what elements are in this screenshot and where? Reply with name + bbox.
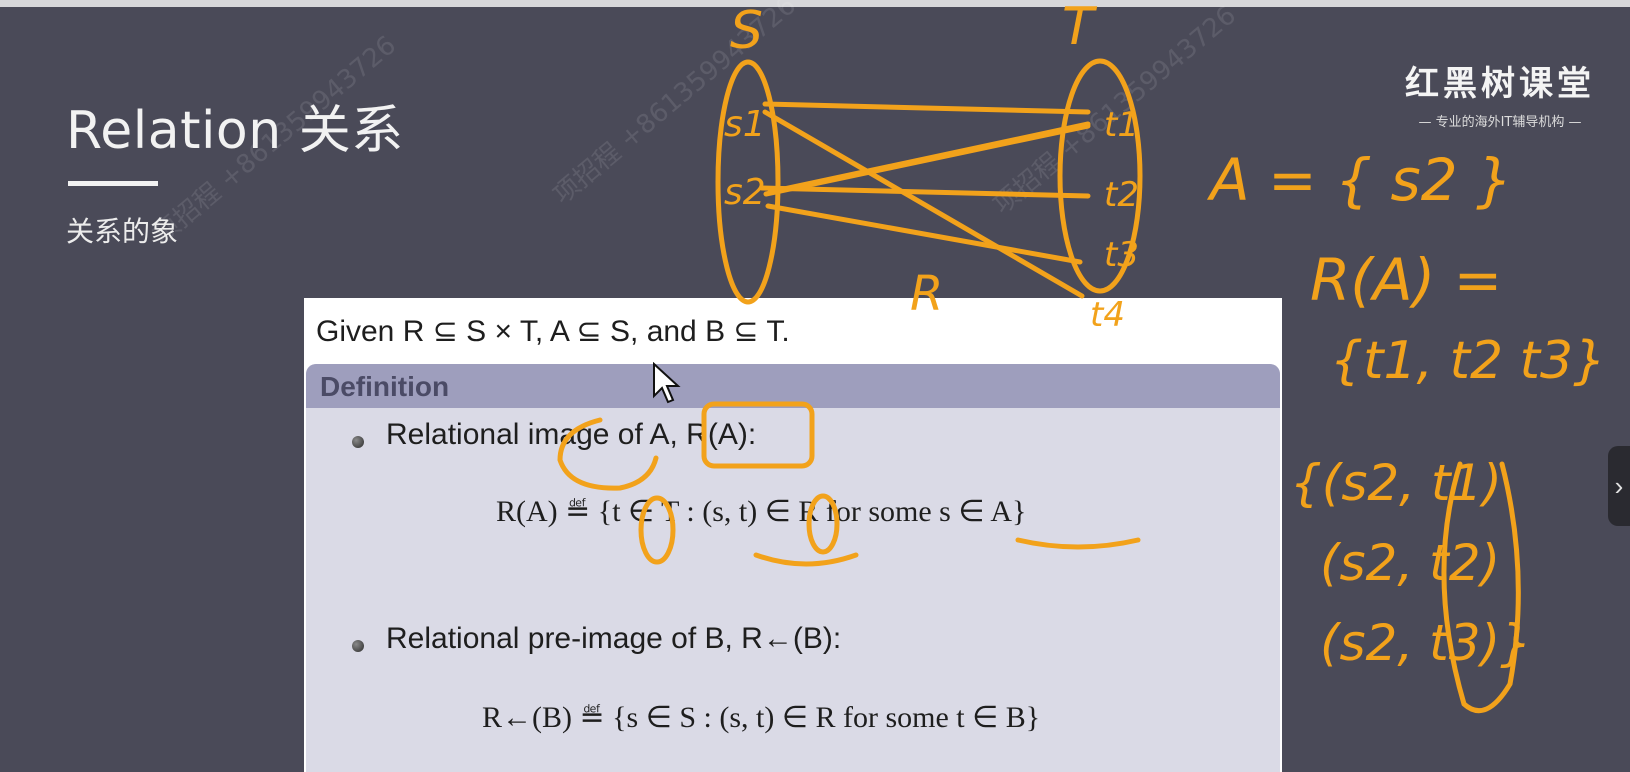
note-pair-1: {(s2, t1) xyxy=(1290,454,1502,512)
note-ra-set: {t1, t2 t3} xyxy=(1330,331,1606,391)
relation-arrow xyxy=(765,203,1083,265)
label-t: T xyxy=(1062,0,1098,57)
underline-mark xyxy=(1015,537,1141,550)
next-slide-tab[interactable]: › xyxy=(1608,446,1630,526)
label-s2: s2 xyxy=(724,172,766,213)
note-ra: R(A) = xyxy=(1310,246,1502,314)
label-t1: t1 xyxy=(1104,105,1139,145)
note-pair-2: (s2, t2) xyxy=(1320,534,1500,592)
box-mark xyxy=(701,401,815,469)
handwriting-annotation-layer: S T s1 s2 t1 t2 t3 t4 R A = { s2 } R(A) … xyxy=(557,0,1606,714)
label-relation: R xyxy=(910,266,943,322)
underline-mark xyxy=(753,552,859,567)
note-set-a: A = { s2 } xyxy=(1206,146,1513,214)
relation-arrow xyxy=(763,123,1091,197)
circle-mark xyxy=(638,495,676,565)
circle-mark xyxy=(806,493,840,555)
label-s1: s1 xyxy=(724,104,766,145)
label-t4: t4 xyxy=(1090,295,1125,335)
relation-arrow xyxy=(759,185,1091,199)
note-pair-3: (s2, t3)} xyxy=(1320,614,1532,672)
circle-mark xyxy=(557,417,659,491)
label-t3: t3 xyxy=(1104,235,1139,275)
label-t2: t2 xyxy=(1104,175,1139,215)
relation-arrow xyxy=(762,101,1091,115)
label-s: S xyxy=(730,1,763,61)
